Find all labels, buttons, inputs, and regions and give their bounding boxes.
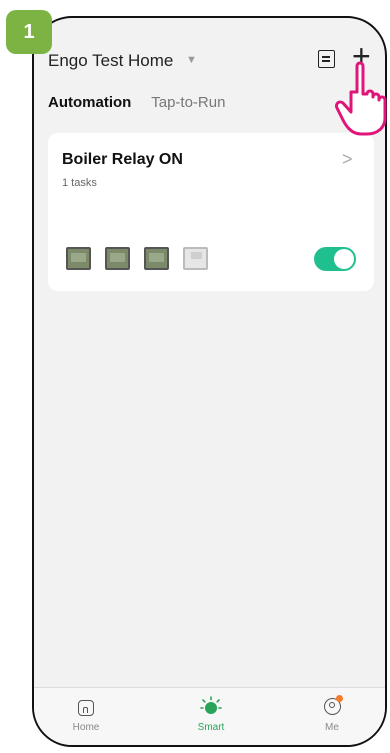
nav-home[interactable]: Home xyxy=(56,696,116,733)
scene-enable-toggle[interactable] xyxy=(314,247,356,271)
thermostat-icon xyxy=(144,247,169,270)
pointer-hand-icon xyxy=(335,61,387,136)
home-icon xyxy=(75,696,97,718)
scene-tabs: Automation Tap-to-Run xyxy=(48,94,225,111)
profile-icon xyxy=(321,695,343,718)
scene-task-count: 1 tasks xyxy=(62,177,97,189)
nav-me-label: Me xyxy=(325,722,339,733)
list-icon[interactable] xyxy=(318,50,335,68)
thermostat-icon xyxy=(105,247,130,270)
toggle-knob xyxy=(334,249,354,269)
step-badge: 1 xyxy=(6,10,52,54)
notification-dot xyxy=(336,695,343,702)
chevron-right-icon[interactable]: > xyxy=(342,149,353,170)
scene-card[interactable]: Boiler Relay ON 1 tasks > xyxy=(48,133,374,291)
scene-title: Boiler Relay ON xyxy=(62,151,183,168)
nav-smart[interactable]: Smart xyxy=(181,696,241,733)
smart-icon xyxy=(200,696,222,718)
caret-down-icon[interactable]: ▼ xyxy=(186,54,197,66)
thermostat-white-icon xyxy=(183,247,208,270)
nav-me[interactable]: Me xyxy=(302,695,362,733)
phone-frame: Engo Test Home ▼ + Automation Tap-to-Run… xyxy=(32,16,387,747)
home-selector[interactable]: Engo Test Home xyxy=(48,51,173,71)
tab-tap-to-run[interactable]: Tap-to-Run xyxy=(151,94,225,111)
top-bar: Engo Test Home ▼ + Automation Tap-to-Run xyxy=(34,18,385,138)
nav-smart-label: Smart xyxy=(197,722,225,733)
thermostat-icon xyxy=(66,247,91,270)
nav-home-label: Home xyxy=(72,722,100,733)
tab-automation[interactable]: Automation xyxy=(48,94,131,111)
bottom-nav: Home Smart Me xyxy=(34,687,385,745)
device-list xyxy=(66,247,208,270)
